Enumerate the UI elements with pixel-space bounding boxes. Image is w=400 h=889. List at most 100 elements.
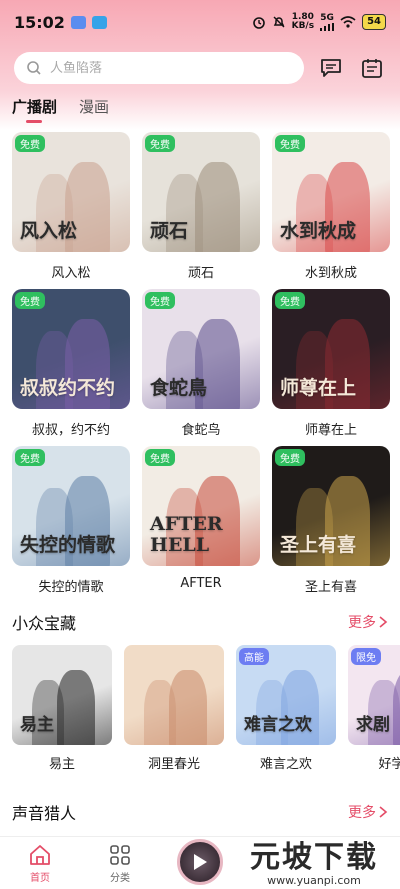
niche-title: 易主 (48, 757, 75, 772)
cover-image: 失控的情歌 免费 (12, 446, 130, 566)
niche-carousel[interactable]: 易主易主洞里春光难言之欢高能难言之欢求剧限免好学的 (12, 645, 400, 775)
status-badge: 免费 (275, 292, 305, 309)
section-title: 声音猎人 (12, 804, 77, 823)
status-badge: 免费 (15, 135, 45, 152)
calendar-button[interactable] (359, 54, 386, 82)
cover-title-art: 食蛇鳥 (150, 377, 208, 399)
home-icon (30, 845, 50, 865)
drama-card[interactable]: 师尊在上 免费师尊在上 (272, 289, 390, 446)
drama-title: 失控的情歌 (38, 580, 104, 595)
cover-title-art: 叔叔约不约 (20, 377, 116, 399)
cover-image: AFTER HELL 免费 (142, 446, 260, 566)
watermark-logo-text: 元坡下载 (250, 839, 378, 875)
cover-image: 风入松 免费 (12, 132, 130, 252)
cover-title-art: 师尊在上 (280, 377, 357, 399)
message-icon (321, 59, 342, 77)
cover-image: 求剧 限免 (348, 645, 400, 745)
cover-image: 易主 (12, 645, 112, 745)
drama-card[interactable]: 顽石 免费顽石 (142, 132, 260, 289)
search-row (14, 52, 386, 84)
drama-card[interactable]: 风入松 免费风入松 (12, 132, 130, 289)
cover-image: 难言之欢 高能 (236, 645, 336, 745)
status-bar: 15:02 1.80 KB/s 5G 54 (0, 0, 400, 44)
battery-indicator: 54 (362, 14, 386, 30)
cover-title-art: 风入松 (20, 220, 78, 242)
more-label: 更多 (348, 805, 376, 821)
nav-home-label: 首页 (30, 873, 50, 884)
status-time: 15:02 (14, 12, 65, 32)
drama-title: 师尊在上 (304, 423, 357, 438)
status-badge: 高能 (239, 648, 269, 665)
cover-title-art: 水到秋成 (280, 220, 357, 242)
net-speed: 1.80 KB/s (292, 13, 314, 31)
search-bar[interactable] (14, 52, 304, 84)
section-hunter-header: 声音猎人 更多 (12, 800, 388, 824)
drama-card[interactable]: 圣上有喜 免费 圣上有喜 (272, 446, 390, 603)
drama-card[interactable]: 水到秋成 免费水到秋成 (272, 132, 390, 289)
play-icon (194, 854, 207, 870)
cover-image: 叔叔约不约 免费 (12, 289, 130, 409)
status-indicators: 1.80 KB/s 5G 54 (252, 13, 386, 31)
status-badge: 限免 (351, 648, 381, 665)
net-speed-unit: KB/s (291, 21, 315, 31)
drama-title: 顽石 (187, 266, 214, 281)
drama-card[interactable]: AFTER HELL 免费 AFTER (142, 446, 260, 603)
more-button[interactable]: 更多 (348, 802, 388, 822)
cover-title-art: 难言之欢 (244, 715, 312, 735)
message-button[interactable] (318, 54, 345, 82)
signal-label: 5G (320, 12, 334, 23)
cover-image (124, 645, 224, 745)
status-badge: 免费 (15, 449, 45, 466)
cover-title-art: 失控的情歌 (20, 534, 116, 556)
drama-card[interactable]: 失控的情歌 免费失控的情歌 (12, 446, 130, 603)
status-badge: 免费 (15, 292, 45, 309)
drama-card[interactable]: 食蛇鳥 免费食蛇鸟 (142, 289, 260, 446)
cover-image: 顽石 免费 (142, 132, 260, 252)
niche-title: 难言之欢 (259, 757, 312, 772)
niche-title: 洞里春光 (147, 757, 200, 772)
cover-image: 师尊在上 免费 (272, 289, 390, 409)
status-badge: 免费 (275, 135, 305, 152)
drama-title: 风入松 (51, 266, 91, 281)
nav-player[interactable] (160, 837, 240, 885)
signal-indicator: 5G (320, 12, 335, 31)
site-watermark: 元坡下载 www.yuanpi.com (234, 830, 394, 888)
nav-home[interactable]: 首页 (0, 837, 80, 884)
status-badge: 免费 (145, 135, 175, 152)
drama-title: 食蛇鸟 (181, 423, 221, 438)
search-input[interactable] (50, 60, 270, 76)
tab-comics[interactable]: 漫画 (79, 96, 109, 120)
signal-bars-icon (320, 22, 335, 31)
cover-image: 圣上有喜 免费 (272, 446, 390, 566)
niche-card[interactable]: 难言之欢 高能难言之欢 (236, 645, 336, 775)
calendar-icon (362, 59, 383, 78)
alarm-icon (252, 17, 265, 29)
niche-card[interactable]: 洞里春光 (124, 645, 224, 775)
watermark-url: www.yuanpi.com (267, 873, 361, 887)
niche-card[interactable]: 易主 易主 (12, 645, 112, 775)
nav-category-label: 分类 (110, 873, 130, 884)
niche-card[interactable]: 求剧 限免好学的 (348, 645, 400, 775)
nav-category[interactable]: 分类 (80, 837, 160, 884)
drama-title: 叔叔，约不约 (31, 423, 110, 438)
section-title: 小众宝藏 (12, 614, 77, 633)
search-icon (27, 61, 41, 75)
category-tabs: 广播剧 漫画 (12, 96, 109, 123)
drama-card[interactable]: 叔叔约不约 免费叔叔，约不约 (12, 289, 130, 446)
niche-title: 好学的 (378, 757, 400, 772)
cover-title-art: 易主 (20, 715, 54, 735)
app-notification-icon (91, 15, 107, 29)
drama-title: AFTER (180, 576, 222, 591)
section-niche-header: 小众宝藏 更多 (12, 610, 388, 634)
more-label: 更多 (348, 615, 376, 631)
grid-icon (110, 845, 130, 865)
more-button[interactable]: 更多 (348, 612, 388, 632)
drama-title: 水到秋成 (304, 266, 357, 281)
cover-title-art: 圣上有喜 (280, 534, 357, 556)
cover-title-art: 顽石 (150, 220, 189, 242)
player-button[interactable] (177, 839, 223, 885)
chevron-right-icon (379, 806, 388, 818)
tab-audio-drama[interactable]: 广播剧 (12, 96, 57, 123)
cover-title-art: 求剧 (356, 715, 390, 735)
status-badge: 免费 (145, 292, 175, 309)
